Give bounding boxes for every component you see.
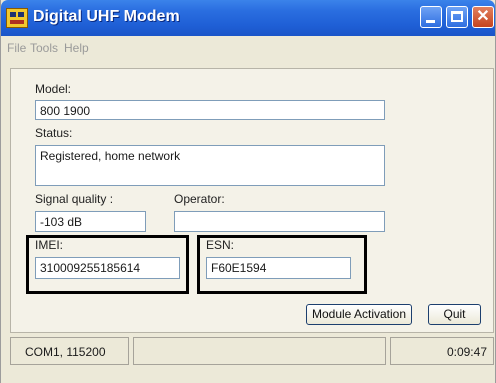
status-time: 0:09:47: [390, 337, 494, 365]
esn-label: ESN:: [206, 238, 235, 252]
menu-bar: File Tools Help: [1, 38, 495, 58]
module-activation-button[interactable]: Module Activation: [306, 304, 412, 325]
app-icon[interactable]: [6, 8, 28, 28]
menu-help[interactable]: Help: [64, 41, 89, 55]
status-field[interactable]: Registered, home network: [35, 145, 385, 186]
title-bar[interactable]: Digital UHF Modem ✕: [1, 0, 495, 36]
minimize-button[interactable]: [420, 6, 442, 28]
maximize-icon: [451, 11, 463, 22]
maximize-button[interactable]: [446, 6, 468, 28]
main-panel: Model: 800 1900 Status: Registered, home…: [10, 68, 494, 333]
status-port: COM1, 115200: [10, 337, 129, 365]
close-icon: ✕: [476, 8, 490, 25]
window-title: Digital UHF Modem: [33, 8, 180, 25]
model-field[interactable]: 800 1900: [35, 100, 385, 120]
signal-quality-label: Signal quality :: [35, 192, 114, 206]
status-middle: [133, 337, 386, 365]
menu-tools[interactable]: Tools: [30, 41, 58, 55]
operator-field[interactable]: [174, 211, 385, 232]
minimize-icon: [426, 20, 435, 23]
imei-field[interactable]: 310009255185614: [35, 257, 180, 279]
menu-file[interactable]: File: [7, 41, 26, 55]
app-window: Digital UHF Modem ✕ File Tools Help Mode…: [0, 0, 496, 383]
model-label: Model:: [35, 82, 72, 96]
quit-button[interactable]: Quit: [428, 304, 481, 325]
imei-label: IMEI:: [35, 238, 64, 252]
operator-label: Operator:: [174, 192, 225, 206]
signal-quality-field[interactable]: -103 dB: [35, 211, 146, 232]
status-label: Status:: [35, 126, 73, 140]
esn-field[interactable]: F60E1594: [206, 257, 351, 279]
status-bar: COM1, 115200 0:09:47: [10, 337, 494, 367]
close-button[interactable]: ✕: [472, 6, 494, 28]
